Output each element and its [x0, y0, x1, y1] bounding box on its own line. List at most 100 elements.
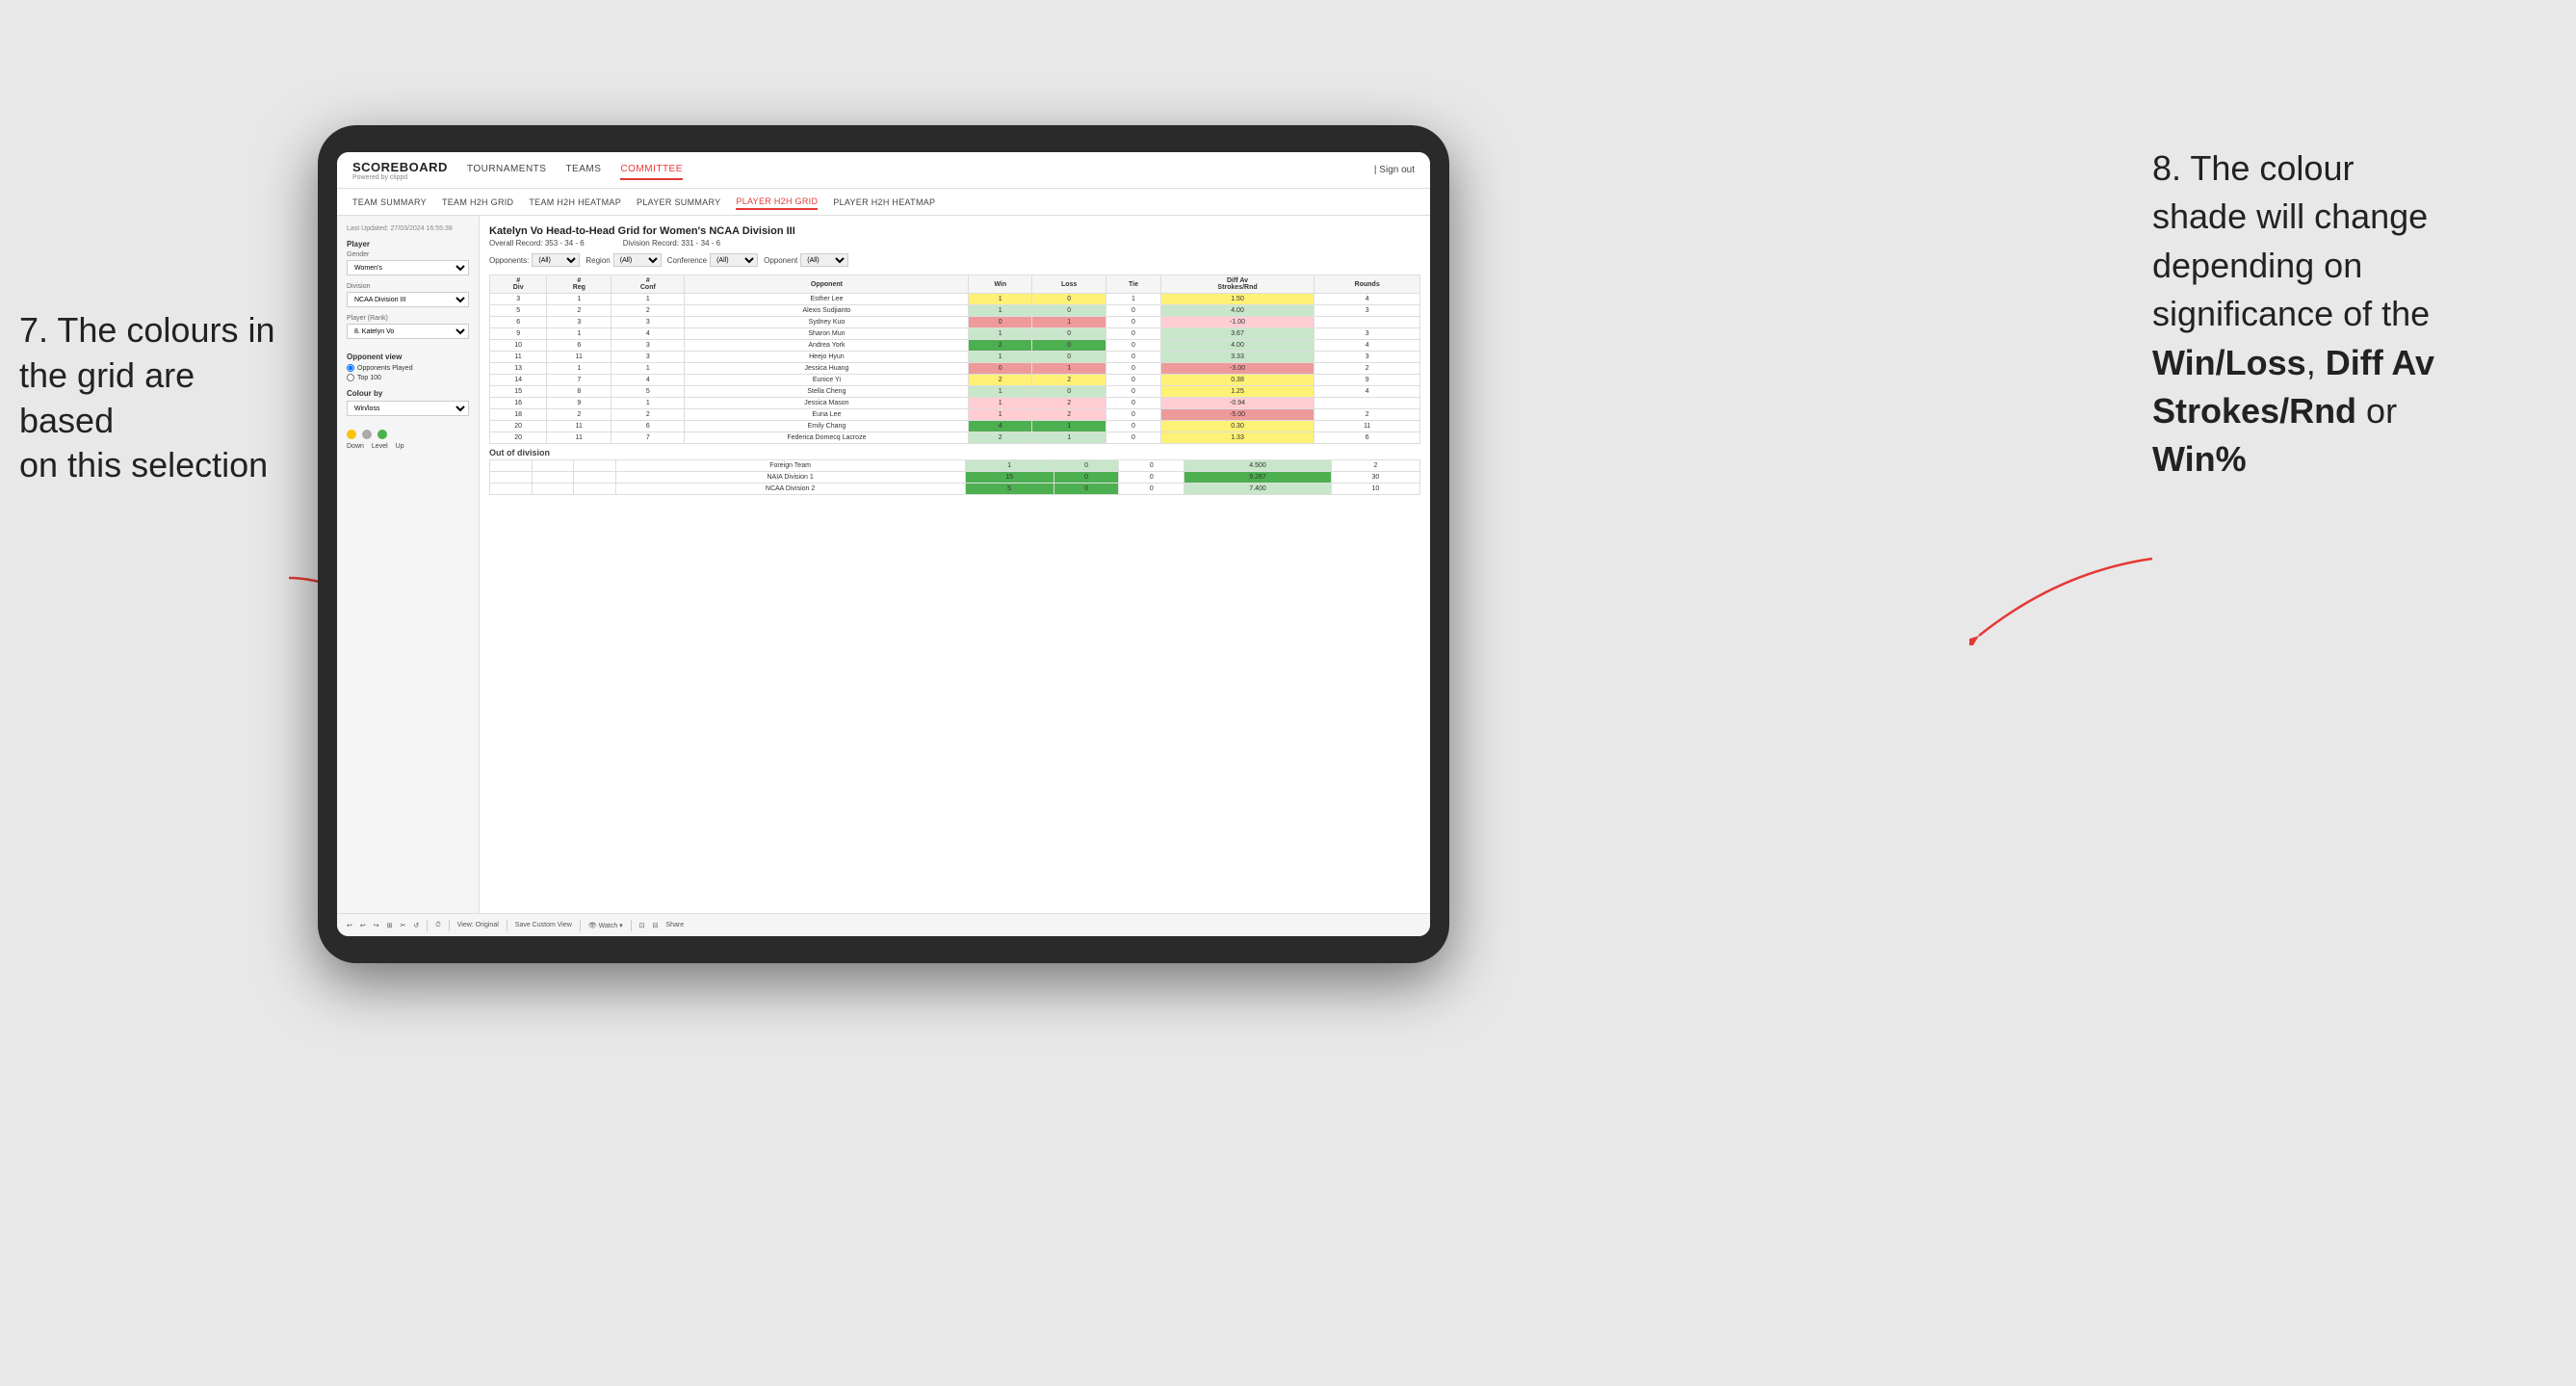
colour-dot-down — [347, 430, 356, 439]
toolbar-icon2[interactable]: ⊟ — [653, 922, 659, 929]
filter-opponents-select[interactable]: (All) — [532, 253, 580, 267]
cell-diff: 3.33 — [1160, 352, 1314, 363]
cell-name: Foreign Team — [615, 460, 965, 472]
table-row: 16 9 1 Jessica Mason 1 2 0 -0.94 — [490, 398, 1420, 409]
cell-diff: 0.38 — [1160, 375, 1314, 386]
gender-dropdown[interactable]: Women's — [347, 260, 469, 275]
cell-loss: 0 — [1032, 386, 1106, 398]
cell-div — [490, 484, 533, 495]
filter-opponent-select[interactable]: (All) — [800, 253, 848, 267]
grid-records: Overall Record: 353 - 34 - 6 Division Re… — [489, 239, 1420, 248]
annotation-right: 8. The colour shade will change dependin… — [2152, 144, 2557, 484]
cell-reg: 1 — [547, 363, 611, 375]
filter-region-select[interactable]: (All) — [613, 253, 662, 267]
toolbar-grid[interactable]: ⊞ — [387, 922, 393, 929]
cell-div: 13 — [490, 363, 547, 375]
toolbar-undo[interactable]: ↩ — [347, 922, 352, 929]
top-nav: SCOREBOARD Powered by clippd TOURNAMENTS… — [337, 152, 1430, 189]
cell-diff: 1.50 — [1160, 294, 1314, 305]
cell-loss: 0 — [1054, 472, 1119, 484]
cell-loss: 0 — [1054, 484, 1119, 495]
cell-loss: 0 — [1032, 328, 1106, 340]
colour-by-dropdown[interactable]: Win/loss — [347, 401, 469, 416]
cell-reg: 1 — [547, 294, 611, 305]
cell-reg: 1 — [547, 328, 611, 340]
filter-conference-label: Conference — [667, 256, 707, 265]
cell-win: 2 — [969, 432, 1032, 444]
player-section-title: Player — [347, 240, 469, 248]
tab-team-summary[interactable]: TEAM SUMMARY — [352, 196, 427, 209]
cell-tie: 0 — [1106, 398, 1160, 409]
cell-rounds: 11 — [1314, 421, 1420, 432]
player-rank-dropdown[interactable]: 8. Katelyn Vo — [347, 324, 469, 339]
radio-top100: Top 100 — [347, 374, 469, 381]
cell-conf: 3 — [611, 352, 685, 363]
toolbar-undo2[interactable]: ↩ — [360, 922, 366, 929]
cell-diff: 3.67 — [1160, 328, 1314, 340]
tab-player-h2h-grid[interactable]: PLAYER H2H GRID — [736, 195, 818, 210]
sign-out-link[interactable]: | Sign out — [1374, 165, 1415, 175]
radio-opponents-played-input[interactable] — [347, 364, 354, 372]
main-data-table: #Div #Reg #Conf Opponent Win Loss Tie Di… — [489, 275, 1420, 444]
division-record: Division Record: 331 - 34 - 6 — [623, 239, 720, 248]
annotation-left: 7. The colours in the grid are based on … — [19, 308, 289, 488]
toolbar-sep2 — [449, 920, 450, 931]
grid-area: Katelyn Vo Head-to-Head Grid for Women's… — [480, 216, 1430, 913]
radio-opponents-played-label: Opponents Played — [357, 365, 413, 372]
cell-reg: 11 — [547, 421, 611, 432]
cell-win: 0 — [969, 363, 1032, 375]
cell-conf: 1 — [611, 363, 685, 375]
colour-dot-up — [377, 430, 387, 439]
cell-name: Esther Lee — [685, 294, 969, 305]
nav-committee[interactable]: COMMITTEE — [620, 160, 683, 180]
toolbar-refresh[interactable]: ↺ — [413, 922, 419, 929]
cell-name: Emily Chang — [685, 421, 969, 432]
toolbar-share[interactable]: Share — [665, 922, 684, 928]
cell-rounds — [1314, 398, 1420, 409]
tab-team-h2h-heatmap[interactable]: TEAM H2H HEATMAP — [529, 196, 621, 209]
left-panel: Last Updated: 27/03/2024 16:55:38 Player… — [337, 216, 480, 913]
logo-text: SCOREBOARD — [352, 160, 448, 174]
cell-rounds: 9 — [1314, 375, 1420, 386]
gender-label: Gender — [347, 251, 469, 258]
toolbar-watch[interactable]: 👁 Watch ▾ — [588, 922, 623, 929]
cell-div: 10 — [490, 340, 547, 352]
nav-tournaments[interactable]: TOURNAMENTS — [467, 160, 547, 180]
cell-diff: 9.267 — [1184, 472, 1332, 484]
bottom-toolbar: ↩ ↩ ↪ ⊞ ✂ ↺ ⏱ View: Original Save Custom… — [337, 913, 1430, 936]
filter-conference-select[interactable]: (All) — [710, 253, 758, 267]
cell-div — [490, 472, 533, 484]
toolbar-cut[interactable]: ✂ — [401, 922, 406, 929]
col-reg: #Reg — [547, 275, 611, 294]
cell-diff: 1.25 — [1160, 386, 1314, 398]
cell-win: 1 — [969, 398, 1032, 409]
division-dropdown[interactable]: NCAA Division III — [347, 292, 469, 307]
tab-player-h2h-heatmap[interactable]: PLAYER H2H HEATMAP — [833, 196, 935, 209]
cell-reg: 11 — [547, 432, 611, 444]
cell-loss: 1 — [1032, 317, 1106, 328]
cell-conf: 1 — [611, 294, 685, 305]
cell-loss: 0 — [1032, 294, 1106, 305]
col-tie: Tie — [1106, 275, 1160, 294]
tab-team-h2h-grid[interactable]: TEAM H2H GRID — [442, 196, 513, 209]
table-row: 6 3 3 Sydney Kuo 0 1 0 -1.00 — [490, 317, 1420, 328]
cell-div: 11 — [490, 352, 547, 363]
filter-row: Opponents: (All) Region (All) Conference… — [489, 253, 1420, 267]
cell-loss: 0 — [1032, 305, 1106, 317]
cell-reg: 11 — [547, 352, 611, 363]
cell-win: 5 — [965, 484, 1054, 495]
opponent-view-label: Opponent view — [347, 353, 469, 361]
tab-player-summary[interactable]: PLAYER SUMMARY — [637, 196, 720, 209]
toolbar-view-original[interactable]: View: Original — [457, 922, 499, 928]
cell-rounds: 2 — [1331, 460, 1419, 472]
toolbar-save-custom[interactable]: Save Custom View — [515, 922, 572, 928]
toolbar-clock[interactable]: ⏱ — [435, 922, 440, 929]
radio-opponents-played: Opponents Played — [347, 364, 469, 372]
nav-teams[interactable]: TEAMS — [565, 160, 601, 180]
toolbar-icon1[interactable]: ⊡ — [639, 922, 645, 929]
timestamp: Last Updated: 27/03/2024 16:55:38 — [347, 225, 469, 232]
cell-div: 20 — [490, 421, 547, 432]
radio-top100-input[interactable] — [347, 374, 354, 381]
toolbar-redo[interactable]: ↪ — [374, 922, 379, 929]
cell-conf: 6 — [611, 421, 685, 432]
